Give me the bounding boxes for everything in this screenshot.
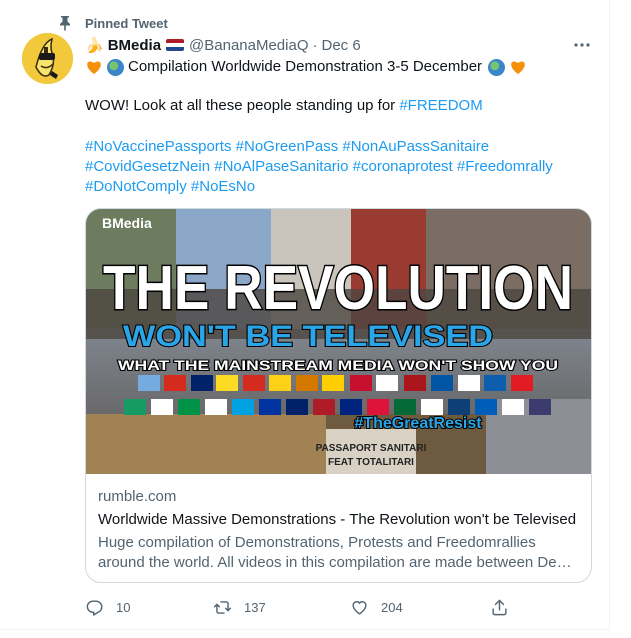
author-name[interactable]: BMedia [108, 37, 161, 54]
tweet-line-2: WOW! Look at all these people standing u… [85, 96, 595, 116]
hashtag-link[interactable]: #NonAuPassSanitaire [342, 138, 489, 155]
link-preview-card[interactable]: BMedia THE REVOLUTION WON'T BE TELEVISED… [85, 208, 592, 583]
hashtag-link[interactable]: #DoNotComply [85, 178, 187, 195]
author-handle[interactable]: @BananaMediaQ [189, 37, 308, 54]
image-brand-text: BMedia [102, 215, 152, 231]
globe-icon [107, 58, 124, 76]
card-image: BMedia THE REVOLUTION WON'T BE TELEVISED… [86, 209, 591, 474]
image-tagline-text: WHAT THE MAINSTREAM MEDIA WON'T SHOW YOU [118, 357, 558, 373]
card-title: Worldwide Massive Demonstrations - The R… [98, 511, 577, 528]
tweet-actions: 10 137 204 [85, 595, 515, 619]
card-description-line: around the world. All videos in this com… [98, 554, 578, 571]
retweet-button[interactable]: 137 [213, 595, 266, 619]
hashtag-row: #CovidGesetzNein #NoAlPaseSanitario #cor… [85, 157, 595, 177]
globe-icon [488, 58, 506, 76]
hashtag-row: #NoVaccinePassports #NoGreenPass #NonAuP… [85, 137, 595, 157]
image-hashtag-text: #TheGreatResist [354, 415, 482, 432]
like-button[interactable]: 204 [350, 595, 403, 619]
retweet-icon [213, 600, 232, 614]
tweet-date[interactable]: Dec 6 [322, 37, 361, 54]
reply-button[interactable]: 10 [85, 595, 130, 619]
hashtag-link[interactable]: #FREEDOM [399, 97, 482, 114]
like-count: 204 [381, 599, 403, 615]
separator-dot: · [312, 36, 318, 54]
more-icon[interactable] [572, 35, 592, 55]
hashtag-row: #DoNotComply #NoEsNo [85, 177, 595, 197]
share-icon [492, 599, 507, 615]
image-sign-text: PASSAPORT SANITARI [316, 443, 427, 454]
tweet-header: 🍌 BMedia @BananaMediaQ · Dec 6 [85, 35, 595, 55]
hashtag-link[interactable]: #NoAlPaseSanitario [214, 158, 348, 175]
card-description-line: Huge compilation of Demonstrations, Prot… [98, 534, 536, 551]
tweet-line-1-text: Compilation Worldwide Demonstration 3-5 … [128, 58, 483, 75]
tweet-line-1: Compilation Worldwide Demonstration 3-5 … [85, 57, 595, 77]
hashtag-link[interactable]: #NoVaccinePassports [85, 138, 231, 155]
tweet-line-2-text: WOW! Look at all these people standing u… [85, 97, 400, 114]
reply-icon [86, 599, 103, 616]
orange-heart-icon [509, 58, 527, 76]
like-icon [352, 600, 367, 615]
image-subheadline-text: WON'T BE TELEVISED [123, 320, 493, 353]
tweet-container[interactable]: Pinned Tweet 🍌 BMedia @BananaMediaQ · De… [0, 0, 610, 630]
netherlands-flag-icon [166, 39, 185, 51]
image-sign-text: FEAT TOTALITARI [328, 457, 414, 468]
hashtag-link[interactable]: #NoEsNo [191, 178, 255, 195]
share-button[interactable] [490, 595, 521, 619]
hashtags-block: #NoVaccinePassports #NoGreenPass #NonAuP… [85, 137, 595, 197]
avatar[interactable] [22, 33, 73, 84]
card-description: Huge compilation of Demonstrations, Prot… [98, 533, 578, 573]
pin-icon [58, 15, 72, 31]
orange-heart-icon [85, 58, 103, 76]
pinned-indicator: Pinned Tweet [58, 14, 168, 32]
banana-emoji: 🍌 [85, 37, 104, 54]
pinned-label: Pinned Tweet [85, 15, 168, 31]
hashtag-link[interactable]: #coronaprotest [353, 158, 453, 175]
retweet-count: 137 [244, 599, 266, 615]
hashtag-link[interactable]: #CovidGesetzNein [85, 158, 210, 175]
flags-row-1 [138, 375, 533, 391]
reply-count: 10 [116, 599, 131, 615]
hashtag-link[interactable]: #NoGreenPass [236, 138, 339, 155]
card-domain: rumble.com [98, 488, 177, 505]
image-headline-text: THE REVOLUTION [103, 254, 573, 323]
hashtag-link[interactable]: #Freedomrally [457, 158, 553, 175]
